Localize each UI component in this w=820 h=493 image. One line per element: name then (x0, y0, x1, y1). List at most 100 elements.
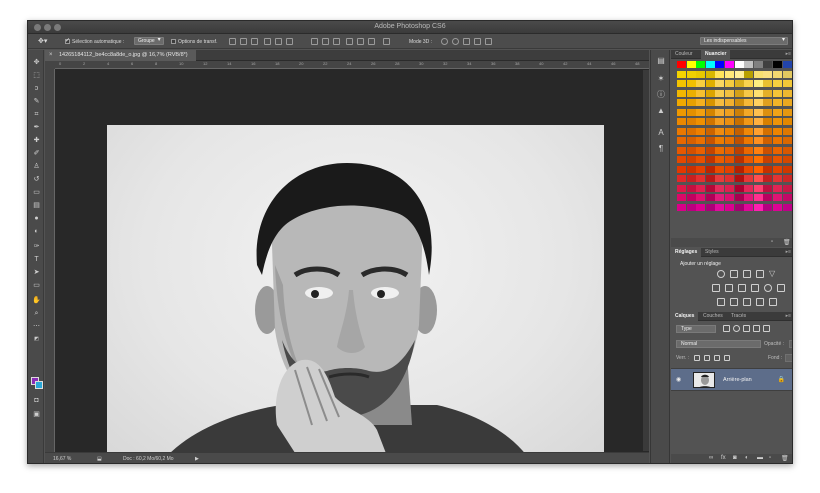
document-tab[interactable]: × 14265184112_be4cc8a8de_o.jpg @ 16,7% (… (45, 50, 196, 61)
color-swatch[interactable] (725, 118, 734, 125)
selective-color-icon[interactable] (756, 298, 764, 306)
color-swatch[interactable] (734, 194, 744, 201)
color-swatch[interactable] (677, 165, 686, 173)
color-swatch[interactable] (725, 89, 734, 97)
color-swatch[interactable] (677, 89, 686, 97)
clone-stamp-tool-icon[interactable]: ♙ (32, 162, 41, 171)
color-swatch[interactable] (734, 146, 744, 154)
lasso-tool-icon[interactable]: ↄ (32, 84, 41, 93)
distribute-hcenter-icon[interactable] (357, 38, 364, 45)
color-swatch[interactable] (773, 108, 782, 116)
color-swatch[interactable] (744, 99, 754, 106)
color-swatch[interactable] (705, 127, 715, 135)
color-swatch[interactable] (744, 156, 754, 163)
align-right-icon[interactable] (286, 38, 293, 45)
color-swatch[interactable] (773, 137, 782, 144)
color-swatch[interactable] (782, 203, 792, 211)
color-swatch[interactable] (705, 175, 715, 182)
vertical-ruler[interactable] (45, 69, 55, 452)
vibrance-icon[interactable]: ▽ (769, 270, 777, 278)
color-swatch[interactable] (782, 175, 792, 182)
color-swatch[interactable] (734, 61, 744, 68)
layer-filter-dropdown[interactable]: Type (676, 325, 716, 333)
color-swatch[interactable] (744, 89, 754, 97)
color-swatch[interactable] (715, 156, 725, 163)
close-document-icon[interactable]: × (49, 50, 53, 61)
color-swatch[interactable] (763, 175, 773, 182)
delete-layer-icon[interactable]: 🗑 (781, 455, 789, 462)
color-swatch[interactable] (677, 203, 686, 211)
shape-tool-icon[interactable]: ▭ (32, 281, 41, 290)
color-swatch[interactable] (753, 203, 763, 211)
color-swatch[interactable] (686, 118, 696, 125)
hue-saturation-icon[interactable] (712, 284, 720, 292)
filter-smart-object-icon[interactable] (763, 325, 770, 332)
color-swatch[interactable] (677, 99, 686, 106)
color-swatch[interactable] (715, 127, 725, 135)
color-swatch[interactable] (715, 175, 725, 182)
color-swatch[interactable] (773, 156, 782, 163)
type-tool-icon[interactable]: T (32, 255, 41, 264)
color-swatch[interactable] (773, 127, 782, 135)
color-swatch[interactable] (753, 127, 763, 135)
color-swatch[interactable] (744, 127, 754, 135)
color-swatch[interactable] (753, 118, 763, 125)
color-swatch[interactable] (782, 108, 792, 116)
color-swatch[interactable] (725, 99, 734, 106)
color-swatch[interactable] (696, 80, 706, 87)
color-swatch[interactable] (715, 89, 725, 97)
drag-3d-icon[interactable] (463, 38, 470, 45)
align-vcenter-icon[interactable] (240, 38, 247, 45)
color-swatch[interactable] (744, 61, 754, 68)
histogram-panel-icon[interactable]: ▲ (656, 106, 666, 116)
brush-tool-icon[interactable]: ✐ (32, 149, 41, 158)
color-swatch[interactable] (725, 146, 734, 154)
color-swatch[interactable] (734, 127, 744, 135)
color-swatch[interactable] (744, 137, 754, 144)
new-layer-icon[interactable]: ▫ (769, 455, 771, 461)
color-swatch[interactable] (696, 127, 706, 135)
color-swatch[interactable] (696, 146, 706, 154)
color-swatch[interactable] (686, 127, 696, 135)
zoom-tool-icon[interactable]: ⌕ (32, 309, 41, 318)
color-swatch[interactable] (696, 99, 706, 106)
opacity-field[interactable] (789, 340, 792, 348)
color-swatch[interactable] (696, 156, 706, 163)
info-panel-icon[interactable]: ⓘ (656, 90, 666, 100)
color-swatch[interactable] (715, 61, 725, 68)
color-swatch[interactable] (763, 70, 773, 78)
vertical-scrollbar[interactable] (643, 70, 649, 451)
marquee-tool-icon[interactable]: ⬚ (32, 71, 41, 80)
exposure-icon[interactable] (756, 270, 764, 278)
history-brush-tool-icon[interactable]: ↺ (32, 175, 41, 184)
blur-tool-icon[interactable]: ● (32, 214, 41, 223)
color-swatch[interactable] (677, 108, 686, 116)
color-balance-icon[interactable] (725, 284, 733, 292)
color-swatch[interactable] (782, 70, 792, 78)
color-swatch[interactable] (686, 165, 696, 173)
screen-mode-icon[interactable]: ▣ (32, 410, 41, 419)
color-swatch[interactable] (696, 61, 706, 68)
color-swatch[interactable] (773, 175, 782, 182)
color-swatch[interactable] (715, 194, 725, 201)
color-swatch[interactable] (773, 89, 782, 97)
pen-tool-icon[interactable]: ✑ (32, 242, 41, 251)
color-swatch[interactable] (744, 80, 754, 87)
color-swatch[interactable] (734, 156, 744, 163)
move-tool-icon[interactable]: ✥ (32, 58, 41, 67)
color-swatch[interactable] (734, 80, 744, 87)
color-swatch[interactable] (763, 165, 773, 173)
link-layers-icon[interactable]: ∞ (709, 455, 713, 461)
move-tool-icon[interactable]: ✥▾ (38, 37, 47, 45)
color-swatch[interactable] (705, 137, 715, 144)
color-swatch[interactable] (725, 203, 734, 211)
tab-layers[interactable]: Calques (671, 312, 699, 321)
color-swatch[interactable] (773, 184, 782, 192)
distribute-vcenter-icon[interactable] (322, 38, 329, 45)
color-swatch[interactable] (715, 118, 725, 125)
color-swatch[interactable] (677, 118, 686, 125)
color-swatch[interactable] (705, 203, 715, 211)
color-swatch[interactable] (677, 70, 686, 78)
blend-mode-dropdown[interactable]: Normal (676, 340, 761, 348)
workspace-dropdown[interactable]: Les indispensables (700, 37, 788, 45)
